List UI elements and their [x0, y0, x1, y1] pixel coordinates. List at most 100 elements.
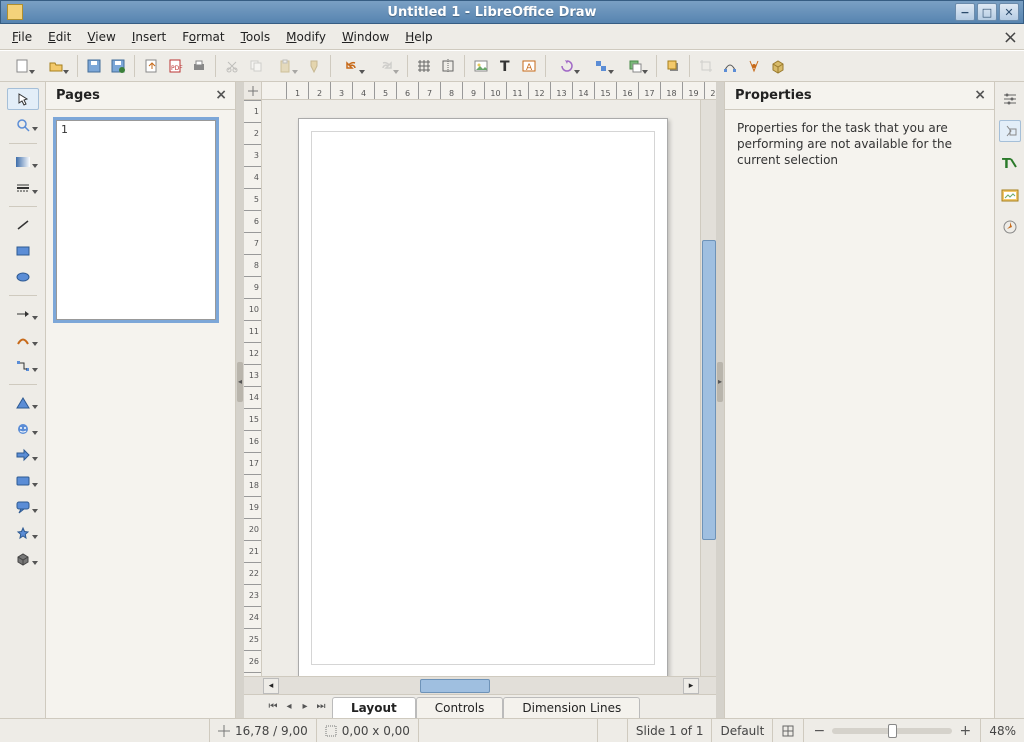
gluepoints-button[interactable]: [743, 55, 765, 77]
line-tool[interactable]: [7, 214, 39, 236]
status-zoom-percent[interactable]: 48%: [981, 719, 1024, 742]
maximize-button[interactable]: □: [977, 3, 997, 21]
hscroll-right[interactable]: ▸: [683, 678, 699, 694]
undo-button[interactable]: [336, 55, 368, 77]
block-arrows-tool[interactable]: [7, 444, 39, 466]
sidebar-navigator-icon[interactable]: [999, 216, 1021, 238]
zoom-out-button[interactable]: −: [812, 724, 826, 738]
helplines-button[interactable]: [437, 55, 459, 77]
drawing-page[interactable]: [298, 118, 668, 676]
vertical-ruler[interactable]: 1234567891011121314151617181920212223242…: [244, 100, 262, 676]
menu-help[interactable]: Help: [397, 27, 440, 47]
status-bar: 16,78 / 9,00 0,00 x 0,00 Slide 1 of 1 De…: [0, 718, 1024, 742]
hscroll-left[interactable]: ◂: [263, 678, 279, 694]
crop-button[interactable]: [695, 55, 717, 77]
menu-insert[interactable]: Insert: [124, 27, 174, 47]
paste-button[interactable]: [269, 55, 301, 77]
tab-nav-first[interactable]: ⏮: [266, 700, 280, 714]
properties-splitter[interactable]: [716, 82, 724, 718]
redo-button[interactable]: [370, 55, 402, 77]
zoom-in-button[interactable]: +: [958, 724, 972, 738]
close-document-button[interactable]: ×: [1003, 27, 1018, 48]
copy-button[interactable]: [245, 55, 267, 77]
menu-tools[interactable]: Tools: [233, 27, 279, 47]
status-object-size: 0,00 x 0,00: [317, 719, 419, 742]
ruler-origin[interactable]: [244, 82, 262, 100]
flowchart-tool[interactable]: [7, 470, 39, 492]
save-button[interactable]: [83, 55, 105, 77]
horizontal-scrollbar[interactable]: ◂ ▸: [244, 676, 716, 694]
3d-objects-tool[interactable]: [7, 548, 39, 570]
print-button[interactable]: [188, 55, 210, 77]
rectangle-tool[interactable]: [7, 240, 39, 262]
shadow-button[interactable]: [662, 55, 684, 77]
grid-button[interactable]: [413, 55, 435, 77]
basic-shapes-tool[interactable]: [7, 392, 39, 414]
properties-panel-close[interactable]: ×: [974, 87, 986, 103]
menu-view[interactable]: View: [79, 27, 123, 47]
sidebar-tabs: T: [994, 82, 1024, 718]
open-button[interactable]: [40, 55, 72, 77]
stars-tool[interactable]: [7, 522, 39, 544]
arrange-button[interactable]: [619, 55, 651, 77]
menu-window[interactable]: Window: [334, 27, 397, 47]
menu-file[interactable]: File: [4, 27, 40, 47]
tab-controls[interactable]: Controls: [416, 697, 504, 718]
rotate-button[interactable]: [551, 55, 583, 77]
export-button[interactable]: [140, 55, 162, 77]
minimize-button[interactable]: −: [955, 3, 975, 21]
ellipse-tool[interactable]: [7, 266, 39, 288]
zoom-slider-thumb[interactable]: [888, 724, 897, 738]
menu-modify[interactable]: Modify: [278, 27, 334, 47]
sidebar-properties-icon[interactable]: [999, 120, 1021, 142]
sidebar-styles-icon[interactable]: T: [999, 152, 1021, 174]
svg-text:PDF: PDF: [171, 65, 183, 72]
horizontal-ruler[interactable]: 1234567891011121314151617181920: [262, 82, 716, 100]
tab-layout[interactable]: Layout: [332, 697, 416, 718]
tab-nav-last[interactable]: ⏭: [314, 700, 328, 714]
edit-points-button[interactable]: [719, 55, 741, 77]
sidebar-gallery-icon[interactable]: [999, 184, 1021, 206]
zoom-tool[interactable]: [7, 114, 39, 136]
zoom-slider[interactable]: [832, 728, 952, 734]
fill-tool[interactable]: [7, 151, 39, 173]
connector-tool[interactable]: [7, 355, 39, 377]
vertical-scrollbar-thumb[interactable]: [702, 240, 716, 540]
insert-text-button[interactable]: T: [494, 55, 516, 77]
export-pdf-button[interactable]: PDF: [164, 55, 186, 77]
new-button[interactable]: [6, 55, 38, 77]
status-signature[interactable]: [598, 719, 628, 742]
insert-image-button[interactable]: [470, 55, 492, 77]
close-window-button[interactable]: ✕: [999, 3, 1019, 21]
sidebar-settings-icon[interactable]: [999, 88, 1021, 110]
cut-button[interactable]: [221, 55, 243, 77]
select-tool[interactable]: [7, 88, 39, 110]
tab-nav-next[interactable]: ▸: [298, 700, 312, 714]
tab-nav-prev[interactable]: ◂: [282, 700, 296, 714]
menu-edit[interactable]: Edit: [40, 27, 79, 47]
tab-dimension-lines[interactable]: Dimension Lines: [503, 697, 640, 718]
status-fit-page[interactable]: [773, 719, 804, 742]
pages-panel-close[interactable]: ×: [215, 87, 227, 103]
status-slide-indicator[interactable]: Slide 1 of 1: [628, 719, 713, 742]
properties-panel-title: Properties: [735, 88, 812, 103]
line-style-tool[interactable]: [7, 177, 39, 199]
curve-tool[interactable]: [7, 329, 39, 351]
status-zoom-controls: − +: [804, 719, 981, 742]
pages-splitter[interactable]: [236, 82, 244, 718]
menu-format[interactable]: Format: [174, 27, 232, 47]
insert-textbox-button[interactable]: A: [518, 55, 540, 77]
canvas[interactable]: [262, 100, 700, 676]
svg-text:A: A: [526, 63, 533, 73]
format-paintbrush-button[interactable]: [303, 55, 325, 77]
status-page-style[interactable]: Default: [712, 719, 773, 742]
extrusion-button[interactable]: [767, 55, 789, 77]
align-button[interactable]: [585, 55, 617, 77]
callout-tool[interactable]: [7, 496, 39, 518]
horizontal-scrollbar-thumb[interactable]: [420, 679, 490, 693]
vertical-scrollbar[interactable]: [700, 100, 716, 676]
page-thumbnail[interactable]: 1: [56, 120, 216, 320]
symbol-shapes-tool[interactable]: [7, 418, 39, 440]
save-as-button[interactable]: [107, 55, 129, 77]
arrow-tool[interactable]: [7, 303, 39, 325]
